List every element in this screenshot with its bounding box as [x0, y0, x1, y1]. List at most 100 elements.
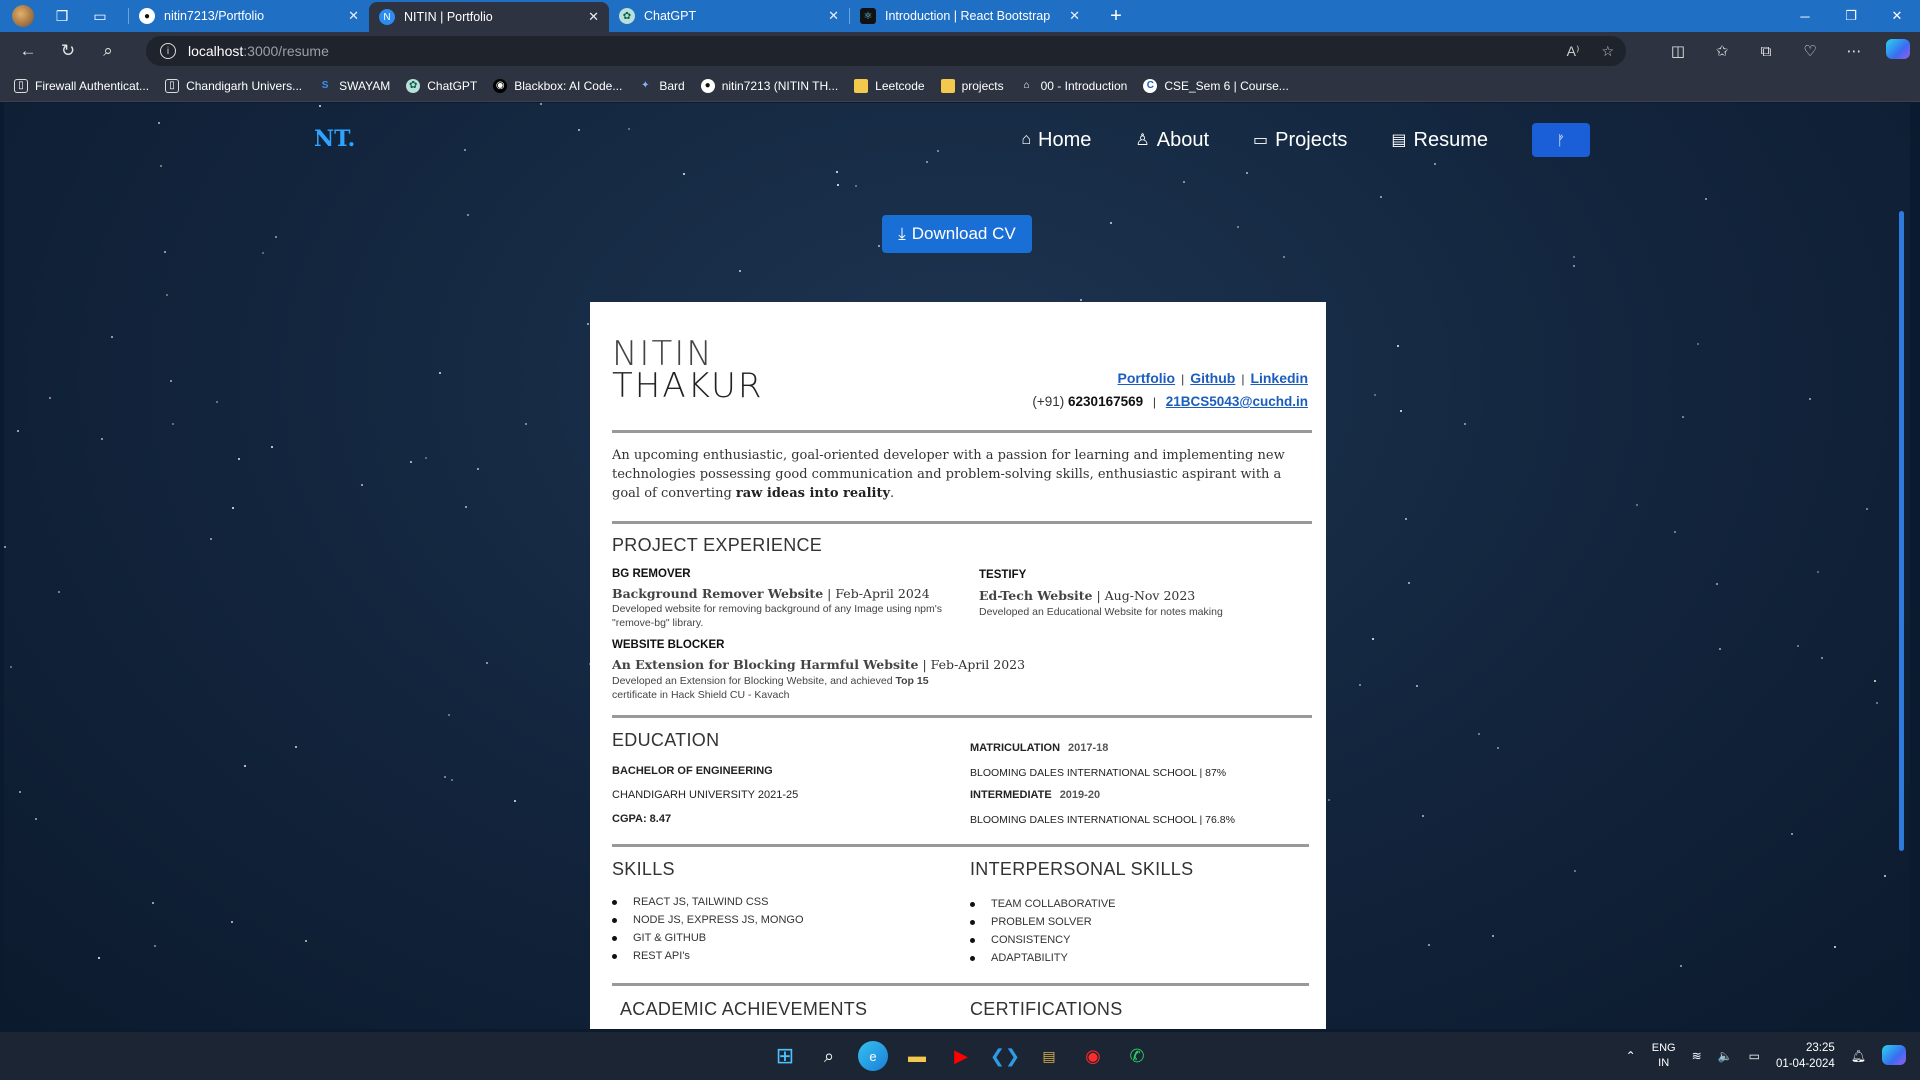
star-dot [1492, 935, 1494, 937]
education-heading: EDUCATION [612, 730, 720, 750]
vscode-icon[interactable]: ❮❯ [990, 1041, 1020, 1071]
close-icon[interactable]: ✕ [588, 9, 599, 25]
copilot-icon[interactable] [1876, 39, 1920, 63]
nav-projects[interactable]: ▭ Projects [1253, 129, 1347, 152]
browser-essentials-icon[interactable]: ♡ [1788, 42, 1832, 60]
volume-icon[interactable]: 🔈 [1718, 1049, 1733, 1063]
bookmark-label: SWAYAM [339, 78, 391, 93]
bookmark-item[interactable]: ⌂ 00 - Introduction [1020, 79, 1128, 93]
project-subtitle-strong: An Extension for Blocking Harmful Websit… [612, 657, 919, 672]
restore-icon[interactable]: ❐ [1828, 0, 1874, 32]
battery-icon[interactable]: ▭ [1749, 1049, 1760, 1063]
collections-icon[interactable]: ⧉ [1744, 43, 1788, 60]
search-icon[interactable]: ⌕ [814, 1041, 844, 1071]
clock[interactable]: 23:25 01-04-2024 [1776, 1040, 1835, 1072]
portfolio-link[interactable]: Portfolio [1118, 370, 1176, 386]
star-dot [1680, 965, 1682, 967]
close-icon[interactable]: ✕ [348, 8, 359, 24]
read-aloud-icon[interactable]: A⁾ [1567, 43, 1580, 60]
certifications-heading: CERTIFICATIONS [970, 999, 1123, 1019]
tab-react-bootstrap[interactable]: ⚛ Introduction | React Bootstrap ✕ [850, 0, 1090, 32]
site-logo[interactable]: NT. [314, 126, 355, 152]
star-dot [1110, 222, 1112, 224]
download-cv-button[interactable]: ⤓ Download CV [882, 215, 1032, 253]
list-item: TEAM COLLABORATIVE [970, 898, 1116, 910]
split-screen-icon[interactable]: ◫ [1656, 42, 1700, 60]
swayam-icon: S [321, 80, 329, 91]
youtube-music-icon[interactable]: ◉ [1078, 1041, 1108, 1071]
react-bootstrap-icon: ⚛ [860, 8, 876, 24]
copilot-icon[interactable] [1882, 1044, 1906, 1068]
star-dot [58, 591, 60, 593]
back-arrow-icon[interactable]: ← [8, 36, 48, 66]
github-fork-button[interactable]: ᚠ [1532, 123, 1590, 157]
star-dot [1183, 181, 1185, 183]
tab-nitin-portfolio[interactable]: N NITIN | Portfolio ✕ [369, 2, 609, 32]
bookmark-item[interactable]: Leetcode [854, 78, 925, 93]
project-desc-text: certificate in Hack Shield CU - Kavach [612, 689, 790, 701]
search-icon[interactable]: ⌕ [88, 36, 128, 66]
favorite-star-icon[interactable]: ☆ [1601, 43, 1614, 60]
nav-resume[interactable]: ▤ Resume [1391, 129, 1488, 152]
site-info-icon[interactable]: i [160, 43, 176, 59]
matriculation-year: 2017-18 [1068, 742, 1109, 754]
edge-browser-icon[interactable]: e [858, 1041, 888, 1071]
bookmark-item[interactable]: ◉ Blackbox: AI Code... [493, 78, 622, 93]
site-menu: ⌂ Home ♙ About ▭ Projects ▤ Resume ᚠ [1021, 123, 1590, 157]
new-tab-button[interactable]: + [1104, 5, 1128, 28]
star-dot [4, 546, 6, 548]
chevron-up-icon[interactable]: ⌃ [1626, 1049, 1636, 1063]
wifi-icon[interactable]: ≋ [1692, 1049, 1702, 1063]
star-dot [1428, 944, 1430, 946]
tab-chatgpt[interactable]: ✿ ChatGPT ✕ [609, 0, 849, 32]
notification-bell-icon[interactable]: 🔔︎ [1851, 1049, 1866, 1063]
bookmark-item[interactable]: S SWAYAM [318, 79, 390, 93]
tab-actions-icon[interactable]: ▭ [90, 6, 110, 26]
profile-avatar[interactable] [12, 5, 34, 27]
window-close-icon[interactable]: ✕ [1874, 0, 1920, 32]
linkedin-link[interactable]: Linkedin [1250, 370, 1308, 386]
github-link[interactable]: Github [1190, 370, 1235, 386]
bookmark-label: ChatGPT [427, 78, 478, 93]
bookmark-item[interactable]: projects [940, 78, 1004, 93]
terminal-icon[interactable]: ▤ [1034, 1041, 1064, 1071]
summary-text: An upcoming enthusiastic, goal-oriented … [612, 448, 1285, 501]
star-dot [855, 185, 857, 187]
bookmark-item[interactable]: C CSE_Sem 6 | Course... [1143, 78, 1289, 93]
document-icon: ▤ [1391, 132, 1407, 149]
profile-links: Portfolio | Github | Linkedin [1118, 370, 1308, 386]
youtube-icon[interactable]: ▶ [946, 1041, 976, 1071]
list-item: ADAPTABILITY [970, 952, 1116, 964]
star-dot [10, 666, 12, 668]
bookmark-item[interactable]: ✦ Bard [638, 79, 685, 93]
star-dot [172, 423, 174, 425]
section-divider [612, 521, 1312, 524]
refresh-icon[interactable]: ↻ [48, 36, 88, 66]
last-name: THAKUR [612, 366, 764, 406]
page-scrollbar[interactable] [1899, 211, 1904, 851]
address-bar[interactable]: i localhost:3000/resume A⁾ ☆ [146, 36, 1626, 66]
nav-about[interactable]: ♙ About [1135, 129, 1209, 152]
bookmark-item[interactable]: ✿ ChatGPT [406, 78, 478, 93]
intermediate: INTERMEDIATE 2019-20 [970, 789, 1100, 801]
nav-home[interactable]: ⌂ Home [1021, 129, 1091, 152]
more-options-icon[interactable]: ⋯ [1832, 42, 1876, 60]
email-link[interactable]: 21BCS5043@cuchd.in [1166, 394, 1308, 409]
language-indicator[interactable]: ENG IN [1652, 1041, 1676, 1071]
star-dot [477, 468, 479, 470]
bookmark-item[interactable]: ● nitin7213 (NITIN TH... [700, 78, 838, 93]
minimize-icon[interactable]: ─ [1782, 0, 1828, 32]
close-icon[interactable]: ✕ [828, 8, 839, 24]
bookmark-item[interactable]: ▯ Chandigarh Univers... [165, 78, 302, 93]
tab-github-portfolio[interactable]: ● nitin7213/Portfolio ✕ [129, 0, 369, 32]
star-dot [271, 446, 273, 448]
whatsapp-icon[interactable]: ✆ [1122, 1041, 1152, 1071]
file-explorer-icon[interactable]: ▬ [902, 1041, 932, 1071]
windows-start-icon[interactable]: ⊞ [770, 1041, 800, 1071]
bookmarks-bar: ▯ Firewall Authenticat... ▯ Chandigarh Uni… [0, 70, 1920, 102]
bookmark-item[interactable]: ▯ Firewall Authenticat... [14, 78, 149, 93]
favorites-icon[interactable]: ✩ [1700, 42, 1744, 60]
skills-heading: SKILLS [612, 859, 675, 879]
close-icon[interactable]: ✕ [1069, 8, 1080, 24]
workspaces-icon[interactable]: ❒ [52, 6, 72, 26]
